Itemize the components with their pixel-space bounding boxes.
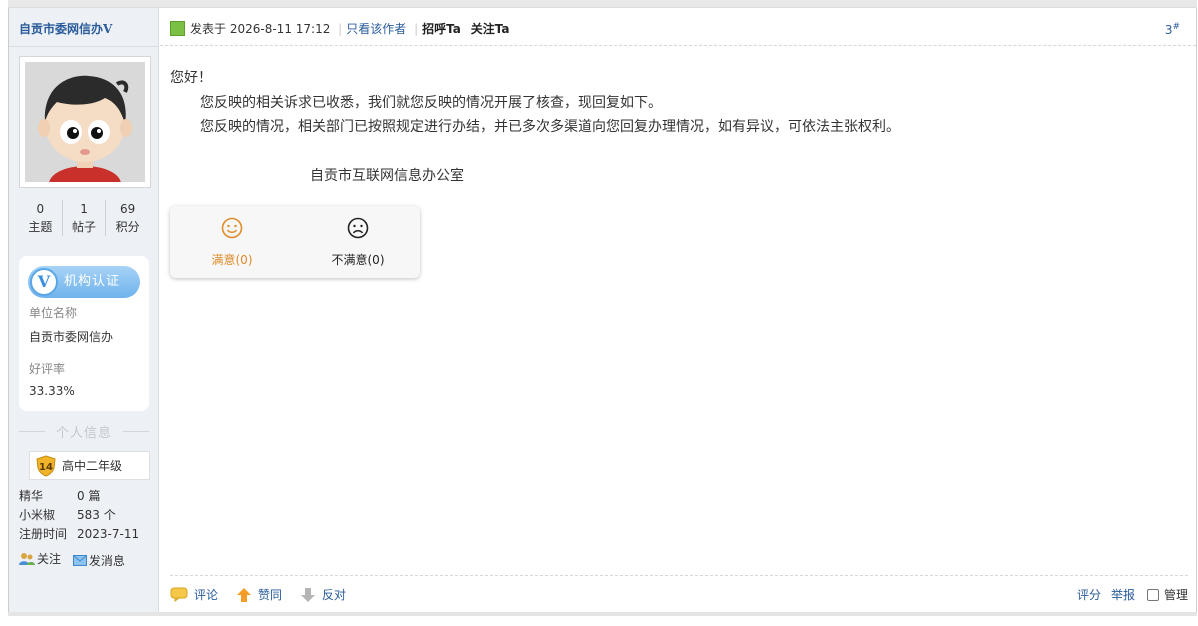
unsatisfied-button[interactable]: 不满意(0) — [298, 206, 418, 278]
post-actions: 评论 赞同 反对 — [170, 586, 364, 603]
certification-card: V 机构认证 单位名称 自贡市委网信办 好评率 33.33% — [19, 256, 149, 411]
right-border — [1196, 8, 1197, 614]
top-border — [8, 0, 1197, 8]
separator: | — [338, 22, 343, 36]
stat-points[interactable]: 69 积分 — [105, 200, 149, 236]
personal-info-title: 个人信息 — [19, 422, 149, 441]
reply-line-2: 您反映的情况，相关部门已按照规定进行办结，并已多次多渠道向您回复办理情况，如有异… — [200, 119, 900, 135]
reply-line-1: 您反映的相关诉求已收悉，我们就您反映的情况开展了核查，现回复如下。 — [200, 94, 662, 111]
follow-users-icon — [19, 552, 35, 565]
info-xiaomijiao: 小米椒 583 个 — [19, 508, 116, 522]
stat-posts[interactable]: 1 帖子 — [61, 200, 106, 236]
greeting-text: 您好！ — [170, 70, 212, 86]
report-link[interactable]: 举报 — [1111, 586, 1135, 603]
post-header: 发表于 2026-8-11 17:12 | 只看该作者 | 招呼Ta 关注Ta 3# — [160, 8, 1196, 46]
comment-button[interactable]: 评论 — [170, 586, 218, 603]
manage-checkbox[interactable] — [1146, 588, 1159, 601]
signature-text: 自贡市互联网信息办公室 — [310, 167, 464, 184]
divider — [9, 46, 159, 47]
arrow-down-icon — [301, 587, 316, 602]
user-level[interactable]: 14 高中二年级 — [29, 451, 150, 480]
send-message-button[interactable]: 发消息 — [72, 552, 125, 569]
separator: | — [414, 22, 419, 36]
post-content: 您好！ 您反映的相关诉求已收悉，我们就您反映的情况开展了核查，现回复如下。 您反… — [170, 66, 900, 188]
rate-link[interactable]: 评分 — [1077, 586, 1101, 603]
level-number: 14 — [39, 462, 53, 473]
post-admin-actions: 评分 举报 管理 — [1067, 586, 1188, 603]
title-rule — [123, 431, 149, 432]
sidebar-actions: 关注 发消息 — [19, 550, 133, 569]
comment-bubble-icon — [170, 587, 188, 602]
posted-prefix: 发表于 — [190, 22, 227, 36]
greet-link[interactable]: 招呼Ta — [422, 22, 461, 36]
envelope-icon — [72, 554, 87, 566]
title-rule — [19, 431, 45, 432]
rating-value: 33.33% — [29, 384, 75, 398]
avatar-cartoon-icon — [25, 62, 145, 182]
oppose-button[interactable]: 反对 — [300, 586, 346, 603]
author-name-link[interactable]: 自贡市委网信办V — [19, 20, 112, 37]
follow-author-link[interactable]: 关注Ta — [471, 22, 510, 36]
like-button[interactable]: 赞同 — [236, 586, 282, 603]
author-sidebar: 自贡市委网信办V 0 主题 1 帖子 69 积分 V 机构认证 单位名称 自贡市… — [9, 8, 159, 612]
post-footer: 评论 赞同 反对 评分 举报 管理 — [170, 575, 1188, 613]
smile-icon — [221, 217, 243, 239]
satisfied-button[interactable]: 满意(0) — [172, 206, 292, 278]
author-stats: 0 主题 1 帖子 69 积分 — [19, 200, 149, 236]
avatar[interactable] — [19, 56, 151, 188]
online-status-icon — [170, 21, 185, 36]
posted-time: 2026-8-11 17:12 — [229, 22, 331, 36]
satisfaction-vote-card: 满意(0) 不满意(0) — [170, 206, 420, 278]
arrow-up-icon — [237, 587, 252, 602]
only-author-link[interactable]: 只看该作者 — [346, 22, 406, 36]
level-name: 高中二年级 — [62, 459, 123, 473]
unit-name-value: 自贡市委网信办 — [29, 330, 114, 344]
info-register-date: 注册时间 2023-7-11 — [19, 527, 140, 541]
cert-badge-text: 机构认证 — [64, 274, 121, 289]
follow-button[interactable]: 关注 — [19, 550, 61, 567]
unit-name-label: 单位名称 — [29, 306, 78, 320]
stat-topics[interactable]: 0 主题 — [19, 200, 62, 236]
rating-label: 好评率 — [29, 362, 66, 376]
organization-cert-badge: V 机构认证 — [28, 266, 140, 298]
verified-v-icon: V — [103, 22, 113, 36]
info-essence: 精华 0 篇 — [19, 489, 101, 503]
manage-label: 管理 — [1163, 588, 1188, 602]
post-meta: 发表于 2026-8-11 17:12 | 只看该作者 | 招呼Ta 关注Ta — [190, 20, 509, 37]
author-name: 自贡市委网信办 — [19, 22, 104, 36]
level-shield-icon: 14 — [36, 455, 56, 477]
verified-v-icon: V — [30, 268, 58, 296]
floor-number-link[interactable]: 3# — [1165, 22, 1180, 37]
frown-icon — [347, 217, 369, 239]
